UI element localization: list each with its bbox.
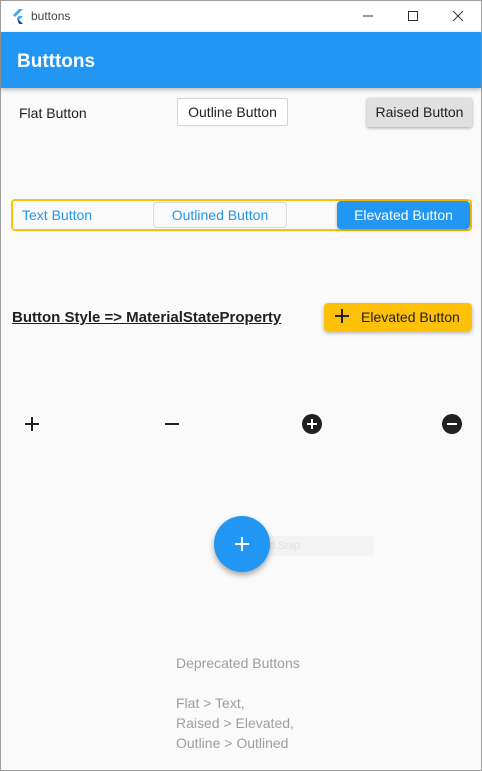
elevated-icon-button[interactable]: Elevated Button xyxy=(324,303,472,331)
remove-icon-button[interactable] xyxy=(160,412,184,436)
deprecated-line: Flat > Text, xyxy=(176,695,245,711)
flutter-logo-icon xyxy=(10,8,26,24)
deprecated-line: Raised > Elevated, xyxy=(176,715,294,731)
close-button[interactable] xyxy=(435,1,481,31)
plus-icon xyxy=(235,537,249,551)
add-circle-icon-button[interactable] xyxy=(300,412,324,436)
button-style-label: Button Style => MaterialStateProperty xyxy=(12,309,282,326)
plus-icon xyxy=(333,307,351,328)
add-icon-button[interactable] xyxy=(20,412,44,436)
text-button[interactable]: Text Button xyxy=(13,203,103,227)
page-title: Butttons xyxy=(17,51,96,72)
raised-button[interactable]: Raised Button xyxy=(367,98,472,127)
minimize-button[interactable] xyxy=(345,1,391,31)
deprecated-line: Outline > Outlined xyxy=(176,735,289,751)
plus-circle-icon xyxy=(302,414,322,434)
deprecated-title: Deprecated Buttons xyxy=(176,655,300,671)
remove-circle-icon-button[interactable] xyxy=(440,412,464,436)
outline-button[interactable]: Outline Button xyxy=(177,98,288,126)
maximize-button[interactable] xyxy=(390,1,436,31)
outlined-button[interactable]: Outlined Button xyxy=(153,202,287,228)
elevated-icon-button-label: Elevated Button xyxy=(361,309,460,325)
floating-action-button[interactable] xyxy=(214,516,270,572)
plus-icon xyxy=(25,417,39,431)
maximize-icon xyxy=(408,11,418,21)
app-bar: Butttons xyxy=(1,32,481,88)
window-title: buttons xyxy=(31,9,71,23)
minus-circle-icon xyxy=(442,414,462,434)
flat-button[interactable]: Flat Button xyxy=(11,98,101,128)
app-window: buttons Butttons Flat Button Outline But… xyxy=(0,0,482,771)
minus-icon xyxy=(165,423,179,425)
close-icon xyxy=(452,10,464,22)
minimize-icon xyxy=(363,15,373,17)
title-bar: buttons xyxy=(1,1,481,31)
elevated-button[interactable]: Elevated Button xyxy=(337,201,470,229)
